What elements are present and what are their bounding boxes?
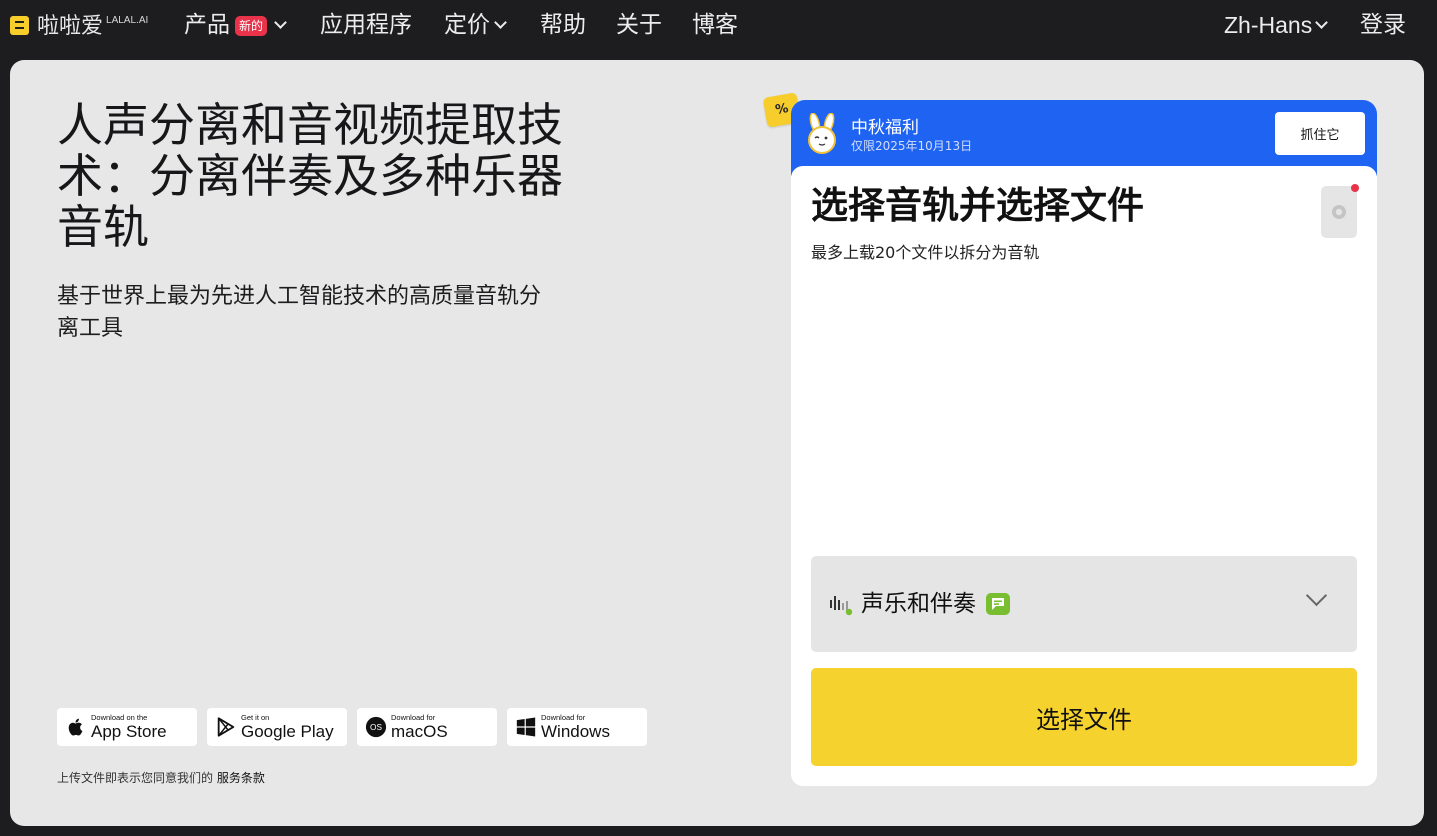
language-label: Zh-Hans — [1224, 12, 1313, 38]
svg-text:OS: OS — [370, 723, 382, 732]
hero-title: 人声分离和音视频提取技术：分离伴奏及多种乐器音轨 — [57, 98, 563, 254]
store-name: App Store — [91, 722, 167, 741]
terms-note: 上传文件即表示您同意我们的 服务条款 — [57, 769, 265, 786]
store-name: macOS — [391, 722, 448, 741]
grab-offer-button[interactable]: 抓住它 — [1275, 112, 1365, 155]
nav-item-label: 帮助 — [540, 12, 586, 38]
stem-type-label: 声乐和伴奏 — [861, 591, 976, 617]
logo-superscript: LALAL.AI — [106, 15, 149, 26]
login-link[interactable]: 登录 — [1360, 10, 1406, 40]
upload-title: 选择音轨并选择文件 — [811, 184, 1144, 227]
store-name: Google Play — [241, 722, 334, 741]
windows-icon — [516, 717, 536, 737]
nav-item-label: 产品 — [184, 12, 230, 38]
hero-subtitle: 基于世界上最为先进人工智能技术的高质量音轨分离工具 — [57, 284, 542, 341]
terms-of-service-link[interactable]: 服务条款 — [217, 771, 265, 785]
upload-subtitle: 最多上载20个文件以拆分为音轨 — [811, 243, 1040, 262]
nav-item-label: 博客 — [692, 12, 738, 38]
stem-type-select[interactable]: 声乐和伴奏 — [811, 556, 1357, 652]
store-caption: Download for — [391, 713, 436, 722]
settings-button[interactable] — [1321, 184, 1359, 238]
store-buttons: Download on the App Store Get it on Goog… — [57, 708, 647, 746]
app-store-button[interactable]: Download on the App Store — [57, 708, 197, 746]
nav-item-apps[interactable]: 应用程序 — [320, 10, 412, 40]
google-play-icon — [217, 717, 235, 737]
apple-icon — [68, 718, 83, 736]
nav-item-blog[interactable]: 博客 — [692, 10, 738, 40]
choose-file-button[interactable]: 选择文件 — [811, 668, 1357, 766]
main-card: 人声分离和音视频提取技术：分离伴奏及多种乐器音轨 基于世界上最为先进人工智能技术… — [10, 60, 1424, 826]
nav-item-about[interactable]: 关于 — [616, 10, 662, 40]
nav-item-pricing[interactable]: 定价 — [444, 10, 507, 40]
windows-button[interactable]: Download for Windows — [507, 708, 647, 746]
bunny-mascot-icon — [808, 113, 836, 154]
nav-item-label: 应用程序 — [320, 12, 412, 38]
store-caption: Download for — [541, 713, 586, 722]
top-navigation: 啦啦爱 LALAL.AI 产品 新的 应用程序 定价 帮助 关于 博客 Zh-H… — [0, 0, 1437, 52]
promo-date: 仅限2025年10月13日 — [851, 139, 973, 153]
logo[interactable]: 啦啦爱 LALAL.AI — [10, 14, 148, 40]
nav-item-products[interactable]: 产品 新的 — [184, 10, 287, 40]
promo-banner: 中秋福利 仅限2025年10月13日 抓住它 — [791, 100, 1377, 176]
promo-title: 中秋福利 — [851, 118, 919, 138]
terms-text: 上传文件即表示您同意我们的 — [57, 771, 214, 785]
chevron-down-icon — [494, 15, 507, 29]
store-caption: Download on the — [91, 713, 148, 722]
chevron-down-icon — [1305, 584, 1328, 607]
macos-button[interactable]: OS Download for macOS — [357, 708, 497, 746]
logo-icon — [10, 16, 29, 35]
macos-icon: OS — [365, 716, 387, 738]
google-play-button[interactable]: Get it on Google Play — [207, 708, 347, 746]
new-badge: 新的 — [235, 16, 268, 36]
chevron-down-icon — [1315, 15, 1329, 29]
nav-item-help[interactable]: 帮助 — [540, 10, 586, 40]
store-name: Windows — [541, 722, 610, 741]
logo-text: 啦啦爱 — [37, 14, 104, 39]
notification-dot — [1351, 184, 1359, 192]
nav-item-label: 关于 — [616, 12, 662, 38]
store-caption: Get it on — [241, 713, 270, 722]
gear-icon — [1332, 205, 1346, 219]
chevron-down-icon — [274, 15, 287, 29]
chat-bubble-icon — [986, 593, 1010, 615]
upload-panel: 选择音轨并选择文件 最多上载20个文件以拆分为音轨 声乐和伴奏 选择文件 — [791, 166, 1377, 786]
waveform-icon — [830, 596, 853, 616]
nav-item-label: 定价 — [444, 12, 490, 38]
language-selector[interactable]: Zh-Hans — [1224, 10, 1329, 40]
